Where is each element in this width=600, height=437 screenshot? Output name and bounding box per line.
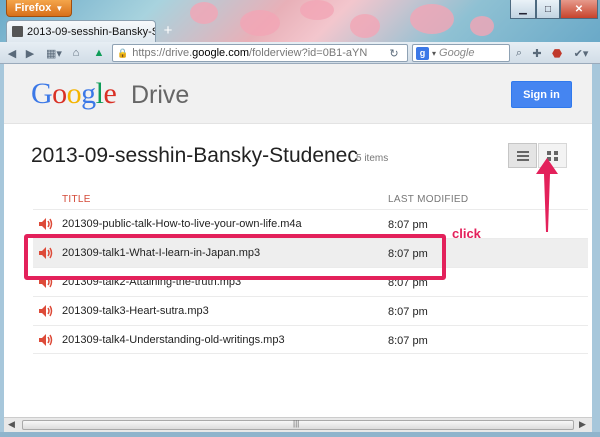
- adblock-button[interactable]: ⬣: [546, 45, 568, 61]
- search-placeholder: Google: [439, 47, 475, 59]
- file-name: 201309-public-talk-How-to-live-your-own-…: [62, 218, 302, 230]
- maximize-icon: □: [544, 3, 552, 15]
- chevron-down-icon: ▼: [55, 3, 64, 13]
- scrollbar-grip-icon: |||: [293, 419, 300, 428]
- file-row[interactable]: 201309-talk3-Heart-sutra.mp3 8:07 pm: [33, 296, 588, 325]
- drive-favicon-icon: [12, 26, 23, 37]
- window-border-bottom: [0, 432, 600, 437]
- file-modified: 8:07 pm: [388, 219, 428, 231]
- forward-arrow-icon: ▶: [25, 47, 35, 60]
- minimize-button[interactable]: ▁: [510, 0, 536, 19]
- up-arrow-icon: [536, 158, 558, 232]
- minimize-icon: ▁: [519, 3, 527, 15]
- url-bar[interactable]: 🔒 https://drive.google.com/folderview?id…: [112, 44, 408, 62]
- url-host: google.com: [192, 47, 250, 59]
- scroll-right-icon[interactable]: ▶: [579, 419, 586, 430]
- lock-icon: 🔒: [117, 47, 129, 58]
- file-name: 201309-talk4-Understanding-old-writings.…: [62, 334, 285, 346]
- url-path: /folderview?id=0B1-aYN: [249, 47, 368, 59]
- tab-title: 2013-09-sesshin-Bansky-Studenec: [27, 25, 155, 38]
- list-view-button[interactable]: [508, 143, 537, 168]
- drive-header: Google Drive Sign in: [4, 64, 592, 124]
- file-modified: 8:07 pm: [388, 306, 428, 318]
- adblock-icon: ⬣: [552, 47, 562, 60]
- tools-icon: ✔▾: [573, 47, 589, 60]
- audio-file-icon: [39, 305, 53, 317]
- column-header-title[interactable]: TITLE: [62, 194, 91, 205]
- google-logo: Google: [31, 77, 117, 110]
- audio-file-icon: [39, 334, 53, 346]
- forward-button[interactable]: ▶: [22, 45, 38, 61]
- column-header-last-modified[interactable]: LAST MODIFIED: [388, 194, 468, 205]
- sign-in-button[interactable]: Sign in: [511, 81, 572, 108]
- url-prefix: https://drive.: [132, 47, 193, 59]
- search-engine-chevron-icon: ▾: [432, 48, 437, 58]
- firefox-menu-label: Firefox: [14, 2, 52, 14]
- reload-button[interactable]: ↻: [386, 45, 402, 61]
- firefox-menu-button[interactable]: Firefox ▼: [6, 0, 72, 17]
- close-icon: ✕: [574, 3, 584, 15]
- item-count: 5 items: [356, 153, 389, 164]
- bookmarks-icon: ▦▾: [46, 47, 62, 60]
- new-tab-button[interactable]: +: [158, 22, 178, 40]
- google-search-engine-icon: g: [416, 46, 429, 60]
- folder-title: 2013-09-sesshin-Bansky-Studenec: [31, 144, 358, 167]
- file-name: 201309-talk3-Heart-sutra.mp3: [62, 305, 209, 317]
- close-window-button[interactable]: ✕: [560, 0, 598, 19]
- click-annotation: click: [452, 226, 481, 241]
- search-icon: ⌕: [515, 46, 523, 59]
- back-button[interactable]: ◀: [4, 45, 20, 61]
- file-list: 201309-public-talk-How-to-live-your-own-…: [33, 209, 588, 354]
- reload-icon: ↻: [389, 47, 399, 60]
- addon-button[interactable]: ✚: [530, 45, 544, 61]
- navigation-toolbar: ◀ ▶ ▦▾ ⌂ ▲ 🔒 https://drive.google.com/fo…: [0, 42, 600, 64]
- drive-identity-button[interactable]: ▲: [90, 45, 108, 61]
- tools-menu-button[interactable]: ✔▾: [570, 45, 592, 61]
- browser-tab[interactable]: 2013-09-sesshin-Bansky-Studenec: [6, 20, 156, 42]
- file-modified: 8:07 pm: [388, 335, 428, 347]
- bookmarks-menu-button[interactable]: ▦▾: [42, 45, 66, 61]
- search-input[interactable]: g ▾ Google: [412, 44, 510, 62]
- home-icon: ⌂: [72, 47, 80, 59]
- window-border-right: [592, 64, 600, 432]
- home-button[interactable]: ⌂: [68, 45, 84, 61]
- scroll-left-icon[interactable]: ◀: [8, 419, 15, 430]
- back-arrow-icon: ◀: [7, 47, 17, 60]
- drive-product-name: Drive: [131, 81, 190, 109]
- audio-file-icon: [39, 218, 53, 230]
- highlight-box: [24, 234, 446, 280]
- puzzle-icon: ✚: [532, 47, 542, 60]
- horizontal-scrollbar[interactable]: ◀ ||| ▶: [4, 417, 592, 432]
- list-view-icon: [516, 150, 529, 161]
- maximize-button[interactable]: □: [536, 0, 560, 19]
- drive-logo-icon: ▲: [93, 47, 105, 59]
- file-row[interactable]: 201309-talk4-Understanding-old-writings.…: [33, 325, 588, 354]
- search-button[interactable]: ⌕: [512, 45, 526, 61]
